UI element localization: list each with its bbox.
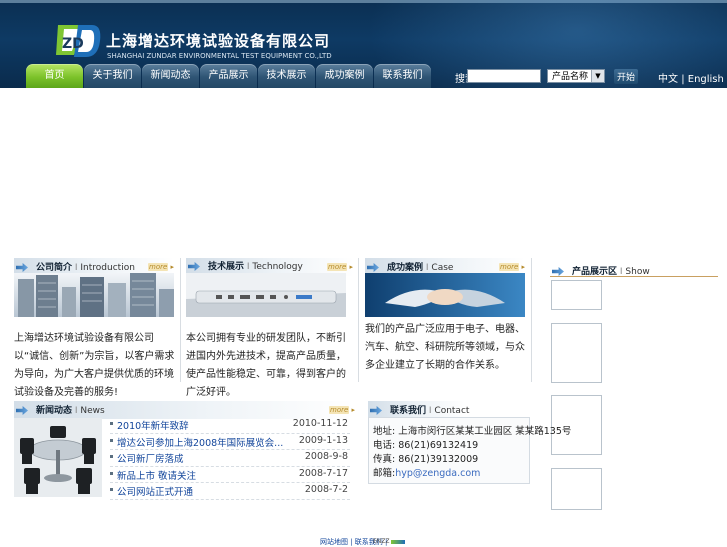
news-date: 2008-7-17: [298, 467, 348, 479]
list-item[interactable]: 增达公司参加上海2008年国际展览会... 2009-1-13: [110, 434, 350, 450]
nav-item-tech[interactable]: 技术展示: [258, 64, 315, 88]
search-category-value: 产品名称: [552, 72, 589, 82]
product-thumb[interactable]: [551, 468, 602, 510]
tech-text: 本公司拥有专业的研发团队，不断引进国内外先进技术，提高产品质量，使产品性能稳定、…: [186, 333, 346, 398]
case-handshake-image: [365, 273, 525, 317]
case-more-link[interactable]: more ▸: [499, 263, 525, 271]
nav-item-cases[interactable]: 成功案例: [316, 64, 373, 88]
arrow-right-icon: [367, 263, 379, 272]
list-item[interactable]: 公司网站正式开通 2008-7-2: [110, 483, 350, 500]
chevron-down-icon[interactable]: ▼: [591, 70, 604, 82]
contact-email: 邮箱:hyp@zengda.com: [373, 468, 481, 479]
tech-more-link[interactable]: more ▸: [327, 263, 353, 271]
lang-en-link[interactable]: English: [688, 74, 724, 85]
news-title: 新闻动态 I News: [16, 403, 105, 419]
news-title-link[interactable]: 公司新厂房落成: [117, 451, 184, 465]
site-header: ZD 上海增达环境试验设备有限公司 SHANGHAI ZUNDAR ENVIRO…: [0, 0, 727, 88]
about-building-image: [14, 273, 174, 317]
tech-title-en: Technology: [252, 262, 303, 272]
bullet-icon: [110, 438, 113, 442]
about-title-en: Introduction: [80, 263, 135, 273]
nav-item-products[interactable]: 产品展示: [200, 64, 257, 88]
arrow-right-icon: [16, 406, 28, 415]
contact-address: 地址: 上海市闵行区某某工业园区 某某路135号: [373, 426, 572, 437]
email-link[interactable]: hyp@zengda.com: [395, 468, 480, 479]
about-more-link[interactable]: more ▸: [148, 263, 174, 271]
case-title-cn: 成功案例: [387, 263, 424, 273]
contact-box: 地址: 上海市闵行区某某工业园区 某某路135号 电话: 86(21)69132…: [368, 417, 571, 484]
bullet-icon: [110, 471, 113, 475]
news-date: 2010-11-12: [292, 418, 348, 429]
news-title-cn: 新闻动态: [36, 406, 73, 416]
company-name-en: SHANGHAI ZUNDAR ENVIRONMENTAL TEST EQUIP…: [107, 52, 332, 60]
product-thumb[interactable]: [551, 323, 602, 383]
arrow-right-icon: [552, 267, 564, 276]
contact-tel: 电话: 86(21)69132419: [373, 440, 479, 451]
company-name-cn: 上海增达环境试验设备有限公司: [106, 32, 331, 50]
about-text: 上海增达环境试验设备有限公司以“诚信、创新”为宗旨，以客户需求为导向，为广大客户…: [14, 333, 175, 398]
news-more-link[interactable]: more ▸: [329, 406, 355, 414]
company-logo-icon[interactable]: ZD: [54, 21, 104, 61]
nav-item-about[interactable]: 关于我们: [84, 64, 141, 88]
lang-separator: |: [681, 74, 685, 85]
arrow-right-icon: [188, 262, 200, 271]
divider: [358, 258, 359, 382]
contact-title-en: Contact: [434, 406, 470, 416]
show-title: 产品展示区 I Show: [552, 264, 650, 280]
news-title-en: News: [80, 406, 105, 416]
list-item[interactable]: 新品上市 敬请关注 2008-7-17: [110, 467, 350, 483]
list-item[interactable]: 2010年新年致辞 2010-11-12: [110, 417, 350, 434]
search-go-button[interactable]: 开始: [614, 69, 639, 84]
arrow-right-icon: [370, 406, 382, 415]
logo-letters: ZD: [62, 36, 84, 52]
contact-fax: 传真: 86(21)39132009: [373, 454, 479, 465]
arrow-right-icon: [16, 263, 28, 272]
search-category-select[interactable]: 产品名称 ▼: [547, 69, 605, 83]
news-title-link[interactable]: 2010年新年致辞: [117, 418, 189, 432]
footer-logo: ENZZ: [373, 538, 406, 545]
news-title-link[interactable]: 增达公司参加上海2008年国际展览会...: [117, 435, 283, 449]
tech-device-image: [186, 273, 346, 317]
list-item[interactable]: 公司新厂房落成 2008-9-8: [110, 450, 350, 467]
news-date: 2008-7-2: [304, 484, 348, 495]
contact-title-cn: 联系我们: [390, 406, 427, 416]
lang-cn-link[interactable]: 中文: [658, 74, 678, 85]
nav-item-home[interactable]: 首页: [26, 64, 83, 88]
divider: [531, 258, 532, 382]
bullet-icon: [110, 455, 113, 458]
bullet-icon: [110, 422, 113, 425]
news-date: 2008-9-8: [304, 451, 348, 462]
news-meeting-image: [14, 418, 102, 497]
case-text: 我们的产品广泛应用于电子、电器、汽车、航空、科研院所等领域，与众多企业建立了长期…: [365, 324, 525, 371]
news-date: 2009-1-13: [298, 434, 348, 446]
divider: [180, 258, 181, 382]
show-title-underline: [550, 276, 718, 277]
product-thumb[interactable]: [551, 280, 602, 310]
nav-item-contact[interactable]: 联系我们: [374, 64, 431, 88]
news-title-link[interactable]: 公司网站正式开通: [117, 484, 193, 498]
nav-item-news[interactable]: 新闻动态: [142, 64, 199, 88]
main-nav: 首页 关于我们 新闻动态 产品展示 技术展示 成功案例 联系我们: [26, 64, 431, 88]
case-title-en: Case: [431, 263, 454, 273]
language-switch: 中文 | English: [658, 70, 724, 85]
tech-title-cn: 技术展示: [208, 262, 245, 272]
news-list: 2010年新年致辞 2010-11-12 增达公司参加上海2008年国际展览会.…: [110, 417, 350, 500]
news-title-link[interactable]: 新品上市 敬请关注: [117, 468, 196, 482]
about-title-cn: 公司简介: [36, 263, 73, 273]
bullet-icon: [110, 488, 113, 491]
search-input[interactable]: [467, 69, 541, 83]
